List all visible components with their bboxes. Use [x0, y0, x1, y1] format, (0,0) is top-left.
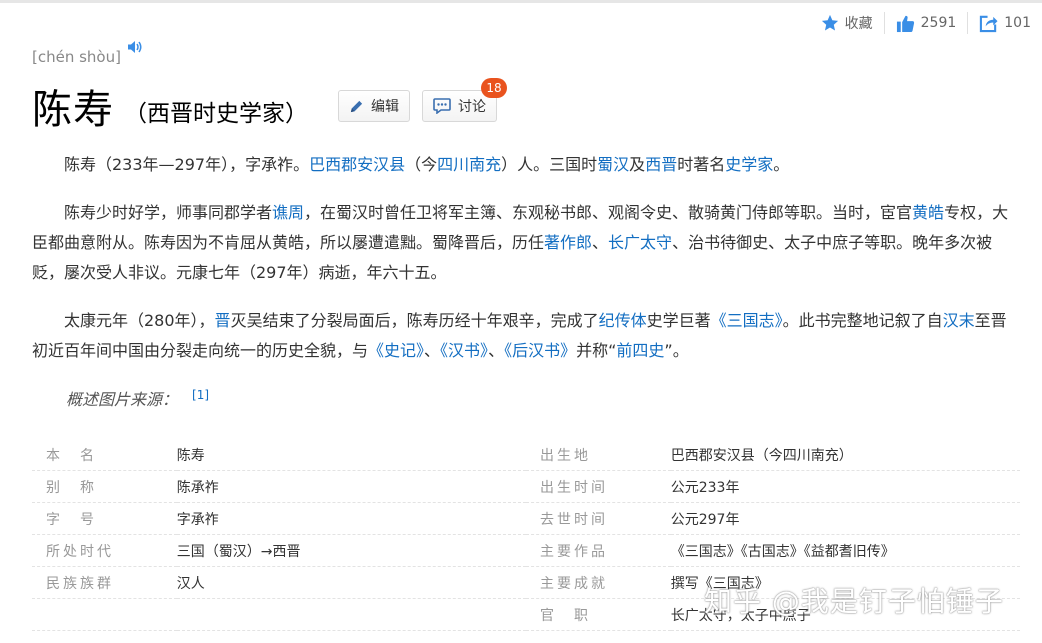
- text-link[interactable]: 《史记》: [368, 341, 424, 360]
- pencil-icon: [350, 100, 363, 112]
- pinyin: [chén shòu]: [32, 48, 121, 66]
- table-row: 别 称陈承祚 出生时间 公元233年: [32, 470, 1020, 503]
- caption-text: 概述图片来源：: [66, 390, 179, 409]
- info-key: 别 称: [32, 470, 177, 503]
- page-subtitle: （西晋时史学家）: [124, 101, 308, 127]
- text-run: 史学巨著: [646, 311, 711, 330]
- text-run: 并称“: [576, 341, 617, 360]
- text-link[interactable]: 巴西郡安汉县: [309, 155, 405, 174]
- text-run: 、: [592, 233, 609, 252]
- text-link[interactable]: 蜀汉: [597, 155, 629, 174]
- text-link[interactable]: 四川南充: [437, 155, 501, 174]
- top-border: [0, 0, 1042, 3]
- text-run: 、: [424, 341, 441, 360]
- top-action-bar: 收藏 2591 101: [810, 10, 1042, 36]
- text-link[interactable]: 黄皓: [912, 203, 944, 222]
- text-link[interactable]: 晋: [215, 311, 231, 330]
- text-link[interactable]: 著作郎: [544, 233, 592, 252]
- like-count: 2591: [920, 15, 957, 31]
- info-key: 本 名: [32, 439, 177, 471]
- summary-paragraph-1: 陈寿（233年—297年），字承祚。巴西郡安汉县（今四川南充）人。三国时蜀汉及西…: [32, 150, 1022, 180]
- share-button[interactable]: 101: [968, 11, 1042, 35]
- info-value: [176, 598, 526, 631]
- text-run: ”。: [664, 341, 689, 360]
- info-value: 巴西郡安汉县（今四川南充）: [670, 439, 1020, 471]
- info-key: 出生地: [525, 439, 671, 471]
- speaker-icon[interactable]: [127, 40, 143, 54]
- discuss-label: 讨论: [458, 99, 486, 115]
- like-button[interactable]: 2591: [885, 11, 968, 35]
- star-icon: [821, 14, 838, 31]
- text-run: 时著名: [677, 155, 726, 174]
- text-run: 及: [629, 155, 646, 174]
- info-value: 公元297年: [670, 502, 1020, 535]
- info-value: 公元233年: [670, 470, 1020, 503]
- info-key: 民族族群: [32, 566, 177, 599]
- image-source-caption: 概述图片来源： [1]: [66, 386, 209, 410]
- info-value: 三国（蜀汉）→西晋: [176, 534, 526, 567]
- text-run: 。此书完整地记叙了自: [782, 311, 943, 330]
- table-row: 所处时代 三国（蜀汉）→西晋 主要作品 《三国志》《古国志》《益都耆旧传》: [32, 534, 1020, 567]
- text-run: 灭吴结束了分裂局面后，陈寿历经十年艰辛，完成了: [230, 311, 599, 330]
- info-key: 出生时间: [525, 470, 671, 503]
- info-value: 陈寿: [176, 439, 526, 471]
- collect-label: 收藏: [844, 16, 873, 32]
- text-run: （今: [405, 155, 438, 174]
- table-row: 字 号字承祚 去世时间 公元297年: [32, 502, 1020, 535]
- discuss-count-badge: 18: [481, 78, 507, 98]
- text-run: 陈寿（233年—297年），字承祚。: [64, 155, 310, 174]
- info-key: 主要作品: [525, 534, 671, 567]
- title-row: 陈寿 （西晋时史学家） 编辑 讨论 18: [32, 78, 507, 134]
- info-key: 去世时间: [525, 502, 671, 535]
- text-link[interactable]: 《三国志》: [711, 311, 783, 330]
- info-value: 《三国志》《古国志》《益都耆旧传》: [670, 534, 1020, 567]
- summary-paragraph-2: 陈寿少时好学，师事同郡学者谯周，在蜀汉时曾任卫将军主簿、东观秘书郎、观阁令史、散…: [32, 198, 1022, 288]
- text-link[interactable]: 西晋: [645, 155, 677, 174]
- info-value: 陈承祚: [176, 470, 526, 503]
- share-count: 101: [1004, 15, 1031, 31]
- info-key: 主要成就: [525, 566, 671, 599]
- text-run: 陈寿少时好学，师事同郡学者: [64, 203, 273, 222]
- watermark: 知乎 @我是钉子怕锤子: [704, 585, 1004, 618]
- text-run: ，在蜀汉时曾任卫将军主簿、东观秘书郎、观阁令史、散骑黄门侍郎等职。当时，宦官: [304, 203, 913, 222]
- page-title: 陈寿: [32, 87, 114, 133]
- info-value: 字承祚: [176, 502, 526, 535]
- text-link[interactable]: 纪传体: [599, 311, 647, 330]
- text-link[interactable]: 谯周: [272, 203, 304, 222]
- info-key: 所处时代: [32, 534, 177, 567]
- edit-button[interactable]: 编辑: [338, 90, 410, 122]
- reference-link[interactable]: [1]: [192, 388, 209, 402]
- text-run: 。: [773, 155, 790, 174]
- text-link[interactable]: 史学家: [725, 155, 773, 174]
- info-key: 字 号: [32, 502, 177, 535]
- text-run: 太康元年（280年），: [64, 311, 215, 330]
- collect-button[interactable]: 收藏: [810, 11, 884, 35]
- text-link[interactable]: 汉末: [943, 311, 975, 330]
- discuss-button[interactable]: 讨论 18: [422, 78, 507, 122]
- text-run: ）人。三国时: [501, 155, 598, 174]
- summary-paragraph-3: 太康元年（280年），晋灭吴结束了分裂局面后，陈寿历经十年艰辛，完成了纪传体史学…: [32, 306, 1022, 366]
- info-key: 官 职: [525, 598, 671, 631]
- text-link[interactable]: 《后汉书》: [504, 341, 576, 360]
- table-row: 本 名陈寿 出生地 巴西郡安汉县（今四川南充）: [32, 439, 1020, 471]
- text-run: 、: [488, 341, 505, 360]
- share-icon: [980, 15, 998, 32]
- text-link[interactable]: 《汉书》: [440, 341, 488, 360]
- thumbs-up-icon: [896, 15, 914, 32]
- info-key: [32, 598, 177, 631]
- info-value: 汉人: [176, 566, 526, 599]
- text-link[interactable]: 长广太守: [608, 233, 672, 252]
- edit-label: 编辑: [371, 99, 399, 115]
- chat-bubble-icon: [433, 98, 451, 114]
- text-link[interactable]: 前四史: [616, 341, 664, 360]
